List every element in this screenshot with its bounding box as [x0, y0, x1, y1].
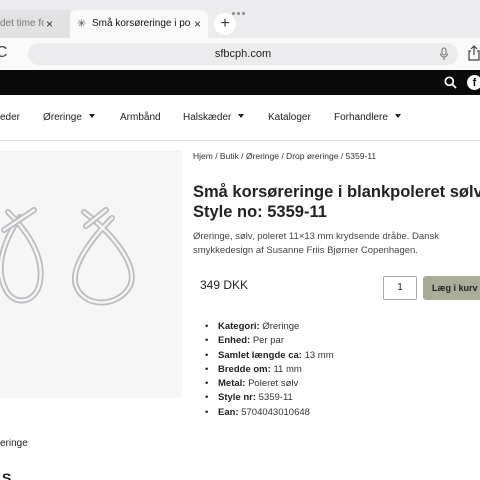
reload-icon[interactable]: C: [0, 44, 8, 62]
chevron-down-icon: [394, 114, 401, 119]
nav-item-smykkesaeder[interactable]: eder: [0, 112, 20, 123]
attribute-key: Enhed:: [218, 335, 251, 347]
product-title: Små korsøreringe i blankpoleret sølv , S…: [193, 182, 480, 222]
nav-item-halskaeder[interactable]: Halskæder: [183, 112, 245, 123]
attribute-value: 5359-11: [258, 392, 293, 404]
attribute-key: Bredde om:: [218, 363, 271, 375]
close-tab-icon[interactable]: ×: [194, 10, 201, 38]
attribute-key: Kategori:: [218, 321, 260, 332]
product-title-line: Små korsøreringe i blankpoleret sølv ,: [193, 183, 480, 201]
attribute-key: Style nr:: [218, 392, 257, 404]
browser-tab-inactive[interactable]: det time fo ×: [0, 10, 70, 38]
close-tab-icon[interactable]: ×: [46, 10, 53, 38]
related-category-link[interactable]: eringe: [0, 438, 28, 449]
browser-toolbar: C sfbcph.com: [0, 38, 480, 70]
product-attributes: Kategori: Øreringe Enhed: Per par Samlet…: [205, 320, 334, 420]
section-heading-partial: S: [2, 470, 12, 480]
share-icon[interactable]: [466, 45, 480, 62]
main-navigation: eder Øreringe Armbånd Halskæder Kataloge…: [0, 95, 480, 141]
attribute-value: Øreringe: [262, 321, 300, 332]
favicon-icon: ✳: [77, 18, 87, 30]
product-image[interactable]: [0, 150, 182, 398]
attribute-key: Ean:: [218, 406, 239, 418]
attribute-value: 13 mm: [304, 349, 334, 361]
nav-item-label: Armbånd: [120, 112, 161, 123]
nav-item-kataloger[interactable]: Kataloger: [268, 112, 311, 123]
tab-title: Små korsøreringe i poler: [92, 18, 190, 29]
add-to-cart-button[interactable]: Læg i kurv: [423, 276, 480, 300]
attribute-item: Kategori: Øreringe: [205, 320, 334, 334]
attribute-item: Samlet længde ca: 13 mm: [205, 349, 334, 363]
browser-tab-active[interactable]: ✳ Små korsøreringe i poler ×: [70, 10, 208, 38]
microphone-icon[interactable]: [438, 47, 450, 61]
site-top-bar: f: [0, 70, 480, 95]
nav-item-label: Kataloger: [268, 112, 311, 123]
nav-item-armbaand[interactable]: Armbånd: [120, 112, 161, 123]
earring-illustration: [0, 207, 135, 306]
product-description: Øreringe, sølv, poleret 11×13 mm krydsen…: [193, 231, 439, 256]
attribute-item: Ean: 5704043010648: [205, 406, 334, 420]
attribute-value: Per par: [252, 335, 284, 347]
nav-item-label: Halskæder: [183, 112, 232, 123]
attribute-value: 5704043010648: [241, 406, 310, 418]
breadcrumb[interactable]: Hjem / Butik / Øreringe / Drop øreringe …: [193, 151, 376, 161]
window-drag-handle[interactable]: [232, 2, 248, 15]
address-bar[interactable]: sfbcph.com: [28, 43, 458, 65]
tab-title: det time fo: [0, 18, 44, 29]
attribute-item: Enhed: Per par: [205, 334, 334, 348]
search-icon[interactable]: [444, 76, 457, 89]
facebook-icon[interactable]: f: [467, 75, 480, 90]
attribute-key: Samlet længde ca:: [218, 349, 302, 361]
browser-chrome: det time fo × ✳ Små korsøreringe i poler…: [0, 0, 480, 70]
nav-item-label: Øreringe: [43, 112, 82, 123]
nav-item-label: eder: [0, 112, 21, 123]
attribute-key: Metal:: [218, 378, 246, 390]
new-tab-button[interactable]: +: [214, 13, 236, 35]
attribute-item: Metal: Poleret sølv: [205, 377, 334, 391]
url-text: sfbcph.com: [214, 48, 272, 60]
product-style-number: Style no: 5359-11: [193, 203, 327, 221]
chevron-down-icon: [238, 114, 245, 119]
attribute-item: Bredde om: 11 mm: [205, 363, 334, 377]
product-price: 349 DKK: [200, 278, 249, 292]
nav-item-label: Forhandlere: [334, 112, 388, 123]
attribute-value: 11 mm: [273, 363, 302, 375]
attribute-value: Poleret sølv: [248, 378, 299, 390]
quantity-input[interactable]: 1: [383, 276, 417, 300]
nav-item-oreringe[interactable]: Øreringe: [43, 112, 95, 123]
chevron-down-icon: [88, 114, 95, 119]
attribute-item: Style nr: 5359-11: [205, 391, 334, 405]
nav-item-forhandlere[interactable]: Forhandlere: [334, 112, 401, 123]
